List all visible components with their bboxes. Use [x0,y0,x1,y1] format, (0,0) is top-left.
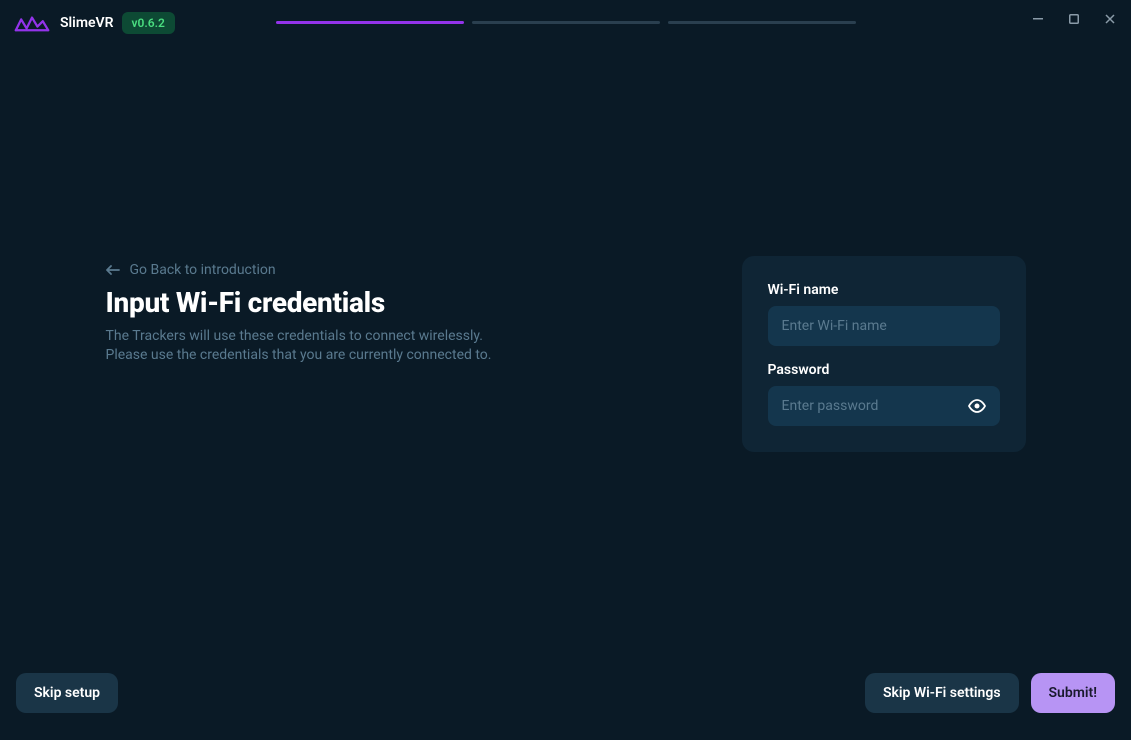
submit-button[interactable]: Submit! [1031,673,1115,713]
password-visibility-toggle[interactable] [968,399,986,413]
back-link-label: Go Back to introduction [130,262,276,278]
page-description: The Trackers will use these credentials … [106,327,712,366]
progress-indicator [276,21,856,24]
arrow-left-icon [106,264,120,276]
footer: Skip setup Skip Wi-Fi settings Submit! [0,662,1131,740]
password-input[interactable] [768,386,1000,426]
wifi-name-label: Wi-Fi name [768,282,1000,298]
wifi-name-input[interactable] [768,306,1000,346]
eye-icon [968,399,986,413]
minimize-button[interactable] [1031,12,1045,26]
skip-wifi-button[interactable]: Skip Wi-Fi settings [865,673,1019,713]
version-badge: v0.6.2 [122,12,175,34]
intro-section: Go Back to introduction Input Wi-Fi cred… [106,256,712,366]
main-content: Go Back to introduction Input Wi-Fi cred… [0,45,1131,662]
wifi-form-card: Wi-Fi name Password [742,256,1026,452]
progress-step-3 [668,21,856,24]
skip-setup-button[interactable]: Skip setup [16,673,118,713]
password-label: Password [768,362,1000,378]
titlebar: SlimeVR v0.6.2 [0,0,1131,45]
close-button[interactable] [1103,12,1117,26]
progress-step-2 [472,21,660,24]
app-logo-icon [14,12,50,34]
maximize-button[interactable] [1067,12,1081,26]
progress-step-1 [276,21,464,24]
window-controls [1031,12,1117,26]
page-title: Input Wi-Fi credentials [106,286,712,319]
app-name: SlimeVR [60,15,114,31]
back-link[interactable]: Go Back to introduction [106,262,712,278]
